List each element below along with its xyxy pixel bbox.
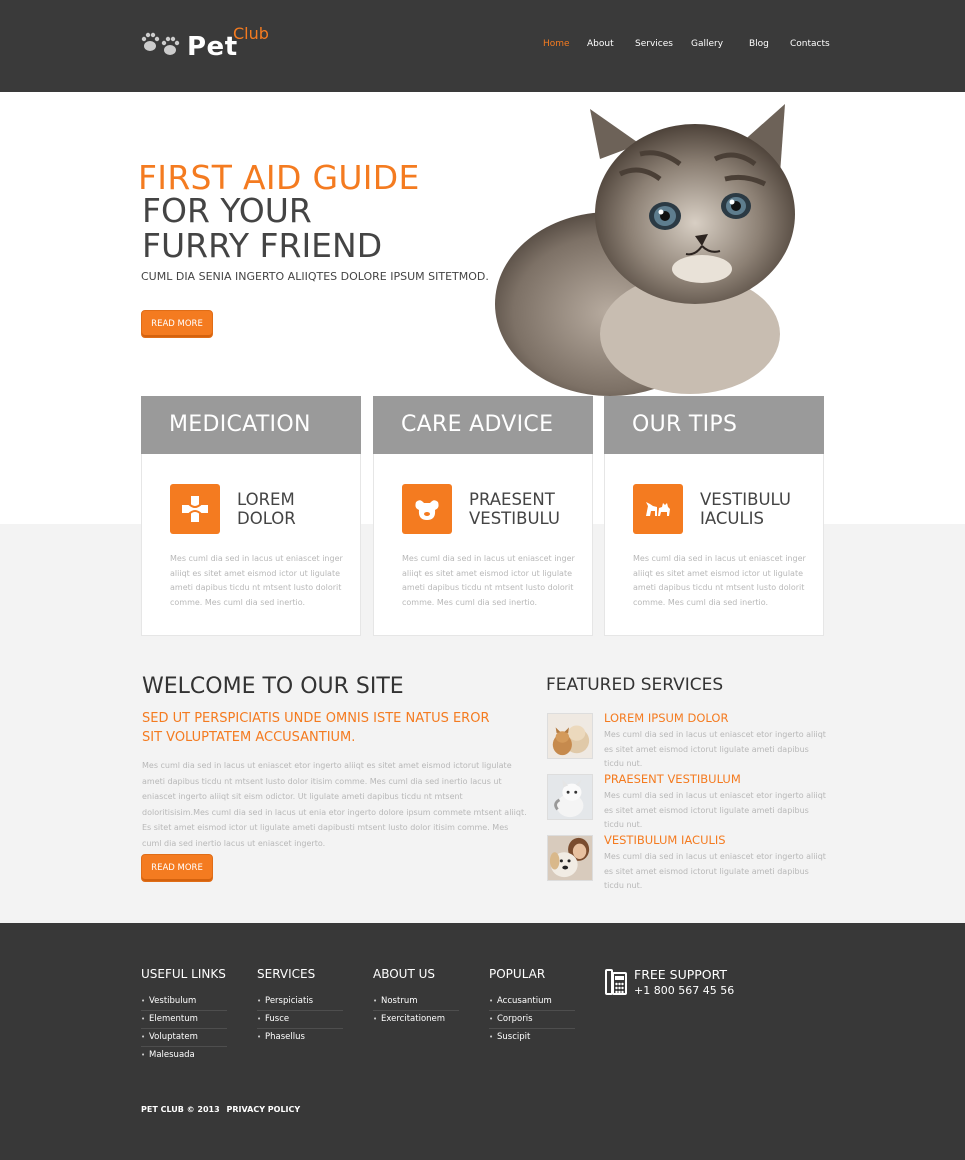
medication-box: MEDICATION LOREM DOLOR Mes cuml dia sed i… [141, 396, 361, 636]
white-kitten-thumbnail[interactable] [547, 774, 593, 820]
featured-item: LOREM IPSUM DOLOR Mes cuml dia sed in la… [547, 711, 827, 768]
site-header: Pet Club Home About Services Gallery Blo… [0, 0, 965, 92]
woman-dog-thumbnail[interactable] [547, 835, 593, 881]
support-title: FREE SUPPORT [634, 967, 728, 982]
footer-col-about-us: ABOUT US Nostrum Exercitationem [373, 967, 463, 1029]
featured-item-title[interactable]: VESTIBULUM IACULIS [604, 833, 726, 847]
box-subtitle: VESTIBULU IACULIS [700, 490, 791, 528]
nav-home[interactable]: Home [543, 39, 570, 49]
welcome-title: WELCOME TO OUR SITE [142, 674, 404, 699]
privacy-policy-link[interactable]: PRIVACY POLICY [226, 1105, 300, 1114]
box-subtitle-line2: VESTIBULU [469, 509, 560, 528]
footer-link[interactable]: Perspiciatis [257, 993, 343, 1011]
footer-link[interactable]: Fusce [257, 1011, 343, 1029]
box-text: Mes cuml dia sed in lacus ut eniascet in… [633, 554, 806, 607]
footer-col-title: SERVICES [257, 967, 316, 981]
hero-subtitle: CUML DIA SENIA INGERTO ALIIQTES DOLORE I… [141, 270, 489, 283]
footer-col-title: ABOUT US [373, 967, 436, 981]
featured-item-text: Mes cuml dia sed in lacus ut eniascet et… [604, 730, 826, 768]
box-subtitle: LOREM DOLOR [237, 490, 296, 528]
footer-col-title: POPULAR [489, 967, 546, 981]
kitten-puppy-thumbnail[interactable] [547, 713, 593, 759]
footer-link[interactable]: Vestibulum [141, 993, 227, 1011]
featured-item-text: Mes cuml dia sed in lacus ut eniascet et… [604, 791, 826, 829]
hero-title-line2-text: FOR YOUR [142, 191, 312, 230]
care-advice-box: CARE ADVICE PRAESENT VESTIBULU Mes cuml d… [373, 396, 593, 636]
footer-col-useful-links: USEFUL LINKS Vestibulum Elementum Volupt… [141, 967, 231, 1065]
hero-title-line2: FOR YOUR FURRY FRIEND [142, 193, 382, 263]
hero-read-more-button[interactable]: READ MORE [141, 310, 213, 338]
box-subtitle-line2: IACULIS [700, 509, 764, 528]
box-subtitle-line1: PRAESENT [469, 490, 555, 509]
dog-face-icon [402, 484, 452, 534]
footer-link[interactable]: Phasellus [257, 1029, 343, 1047]
footer-link[interactable]: Nostrum [373, 993, 459, 1011]
main-nav: Home About Services Gallery Blog Contact… [0, 39, 965, 53]
nav-contacts[interactable]: Contacts [790, 39, 830, 49]
box-title: CARE ADVICE [401, 412, 554, 437]
footer-link[interactable]: Malesuada [141, 1047, 227, 1065]
footer-col-title: USEFUL LINKS [141, 967, 226, 981]
footer-link[interactable]: Accusantium [489, 993, 575, 1011]
free-support: FREE SUPPORT +1 800 567 45 56 [605, 967, 765, 999]
footer-col-services: SERVICES Perspiciatis Fusce Phasellus [257, 967, 347, 1047]
footer-link[interactable]: Corporis [489, 1011, 575, 1029]
copyright: PET CLUB © 2013 PRIVACY POLICY [141, 1105, 304, 1114]
footer-link[interactable]: Exercitationem [373, 1011, 459, 1029]
welcome-subtitle: SED UT PERSPICIATIS UNDE OMNIS ISTE NATU… [142, 711, 490, 745]
box-text: Mes cuml dia sed in lacus ut eniascet in… [402, 554, 575, 607]
featured-item: VESTIBULUM IACULIS Mes cuml dia sed in l… [547, 833, 827, 890]
box-text: Mes cuml dia sed in lacus ut eniascet in… [170, 554, 343, 607]
phone-icon [605, 969, 627, 995]
footer-link[interactable]: Suscipit [489, 1029, 575, 1047]
box-subtitle: PRAESENT VESTIBULU [469, 490, 560, 528]
featured-item-text: Mes cuml dia sed in lacus ut eniascet et… [604, 852, 826, 890]
nav-about[interactable]: About [587, 39, 614, 49]
welcome-text: Mes cuml dia sed in lacus ut eniascet et… [142, 761, 527, 848]
box-subtitle-line1: VESTIBULU [700, 490, 791, 509]
featured-item-title[interactable]: PRAESENT VESTIBULUM [604, 772, 741, 786]
welcome-read-more-button[interactable]: READ MORE [141, 854, 213, 882]
kitten-image [495, 104, 795, 396]
nav-gallery[interactable]: Gallery [691, 39, 723, 49]
cat-dog-icon [633, 484, 683, 534]
box-subtitle-line2: DOLOR [237, 509, 296, 528]
footer-link[interactable]: Elementum [141, 1011, 227, 1029]
featured-item: PRAESENT VESTIBULUM Mes cuml dia sed in … [547, 772, 827, 829]
support-phone[interactable]: +1 800 567 45 56 [634, 984, 734, 997]
featured-title: FEATURED SERVICES [546, 675, 724, 695]
nav-services[interactable]: Services [635, 39, 673, 49]
featured-item-title[interactable]: LOREM IPSUM DOLOR [604, 711, 728, 725]
our-tips-box: OUR TIPS VESTIBULU IACULIS Mes cuml dia s… [604, 396, 824, 636]
box-title: OUR TIPS [632, 412, 738, 437]
medical-cross-icon [170, 484, 220, 534]
hero-title-line3-text: FURRY FRIEND [142, 226, 383, 265]
box-subtitle-line1: LOREM [237, 490, 295, 509]
footer-col-popular: POPULAR Accusantium Corporis Suscipit [489, 967, 579, 1047]
box-header: OUR TIPS [604, 396, 824, 454]
box-title: MEDICATION [169, 412, 311, 437]
box-header: CARE ADVICE [373, 396, 593, 454]
nav-blog[interactable]: Blog [749, 39, 769, 49]
copyright-text: PET CLUB © 2013 [141, 1105, 220, 1114]
box-header: MEDICATION [141, 396, 361, 454]
footer-link[interactable]: Voluptatem [141, 1029, 227, 1047]
